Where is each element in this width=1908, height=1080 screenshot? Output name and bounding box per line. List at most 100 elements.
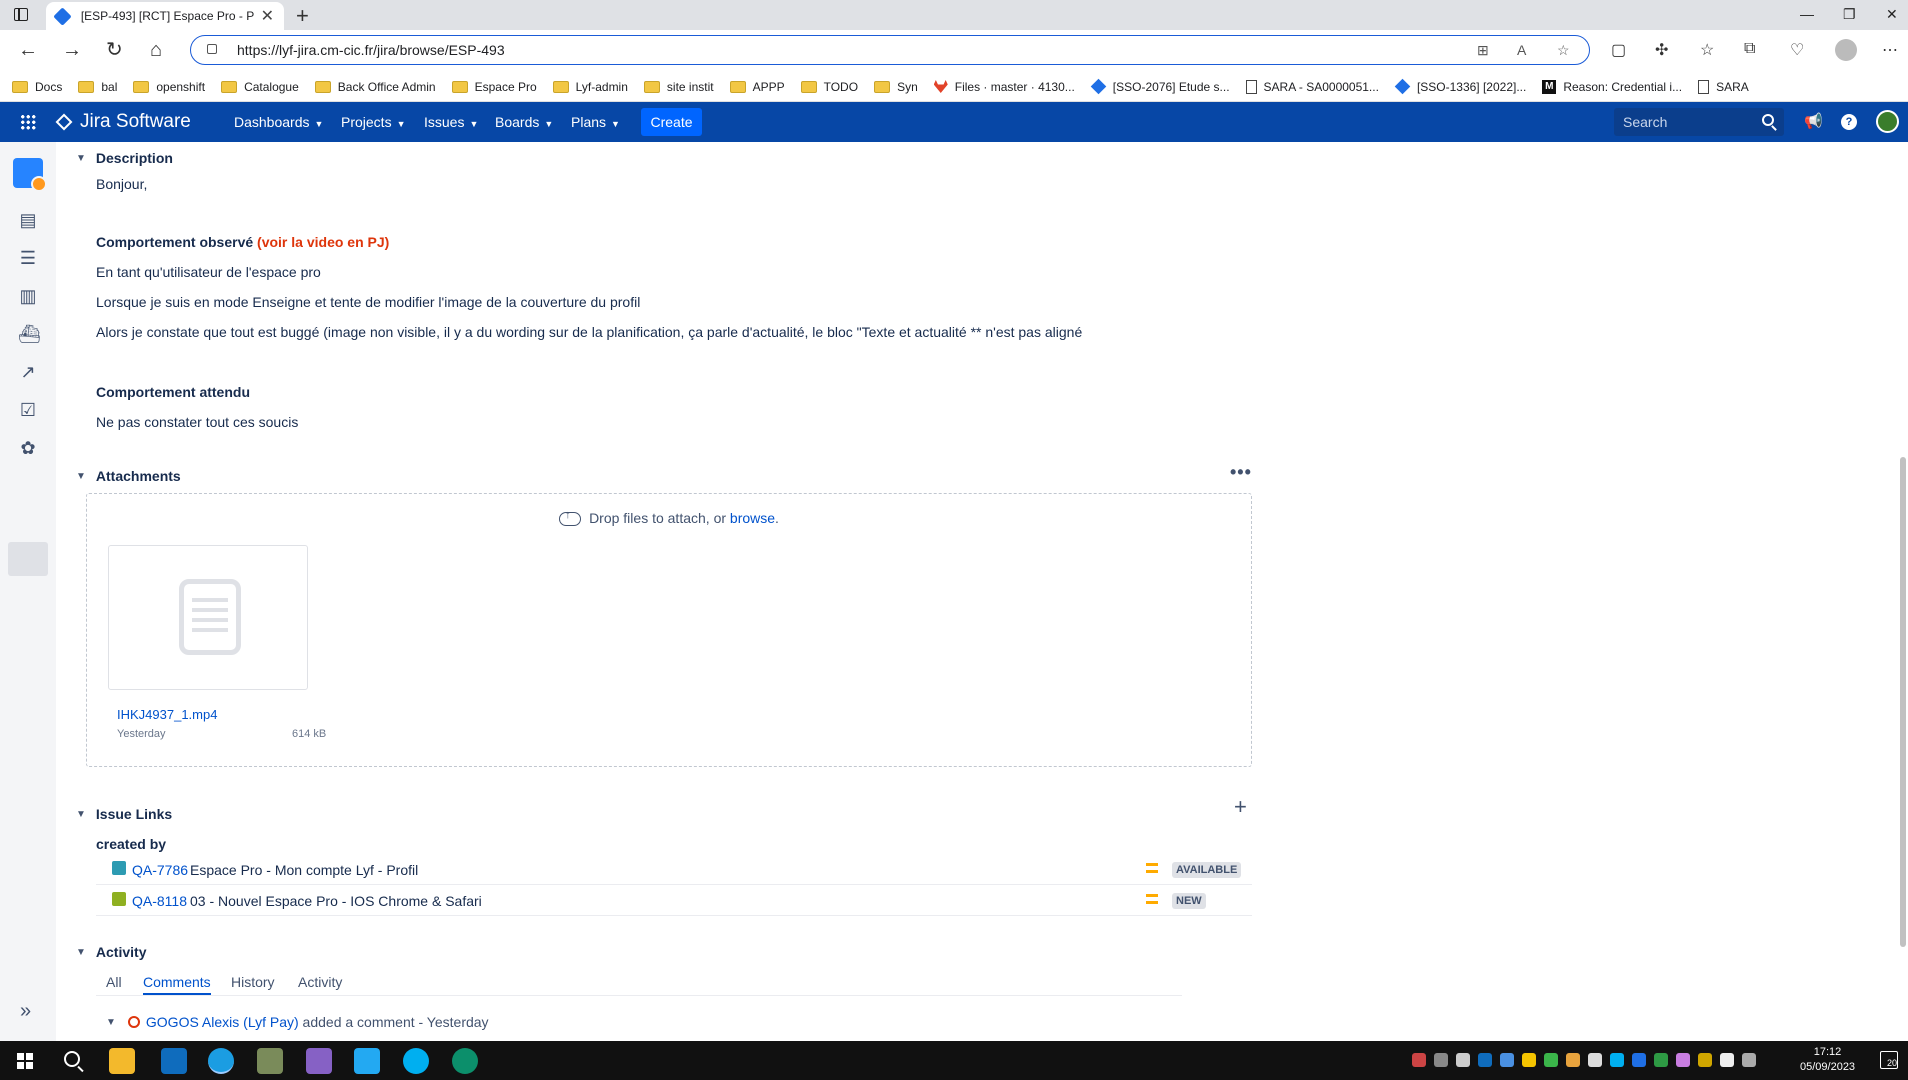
roadmap-icon[interactable]: ▤ [18, 210, 38, 230]
bookmark-back-office-admin[interactable]: Back Office Admin [314, 80, 436, 94]
visual-studio-icon[interactable] [306, 1048, 332, 1074]
search-icon[interactable] [1762, 114, 1774, 126]
attachment-dropzone[interactable]: Drop files to attach, or browse. IHKJ493… [86, 493, 1252, 767]
bookmark-todo[interactable]: TODO [800, 80, 858, 94]
taskbar-clock[interactable]: 17:12 05/09/2023 [1800, 1045, 1855, 1075]
home-icon[interactable]: ⌂ [150, 38, 162, 62]
comment-author[interactable]: GOGOS Alexis (Lyf Pay) [146, 1014, 299, 1030]
bookmark-docs[interactable]: Docs [12, 80, 62, 94]
restore-button[interactable]: ❐ [1843, 6, 1856, 23]
edge-dev-icon[interactable] [452, 1048, 478, 1074]
backlog-icon[interactable]: ☰ [18, 248, 38, 268]
file-explorer-icon[interactable] [109, 1048, 135, 1074]
tray-app-icon[interactable] [1632, 1053, 1646, 1067]
expand-sidebar-icon[interactable]: » [20, 1000, 31, 1023]
attachments-more-icon[interactable]: ••• [1230, 462, 1252, 483]
nav-boards[interactable]: Boards ▼ [495, 114, 553, 130]
add-link-icon[interactable]: + [1234, 794, 1247, 820]
address-bar[interactable]: https://lyf-jira.cm-cic.fr/jira/browse/E… [190, 35, 1590, 65]
bookmark-espace-pro[interactable]: Espace Pro [451, 80, 537, 94]
tray-app-icon[interactable] [1698, 1053, 1712, 1067]
attachments-toggle[interactable]: ▼ Attachments [76, 468, 181, 484]
collections-icon[interactable]: ⧉ [1744, 40, 1755, 58]
reload-icon[interactable]: ↻ [106, 38, 123, 62]
bookmark-gitlab-files[interactable]: Files · master · 4130... [933, 80, 1075, 94]
volume-icon[interactable] [1742, 1053, 1756, 1067]
bookmark-lyf-admin[interactable]: Lyf-admin [552, 80, 628, 94]
browser-essentials-icon[interactable]: ♡ [1790, 40, 1804, 60]
taskbar-search-icon[interactable] [64, 1051, 80, 1067]
nav-projects[interactable]: Projects ▼ [341, 114, 406, 130]
skype-icon[interactable] [403, 1048, 429, 1074]
tray-app-icon[interactable] [1522, 1053, 1536, 1067]
tray-app-icon[interactable] [1412, 1053, 1426, 1067]
tab-actions-icon[interactable] [14, 8, 28, 21]
network-icon[interactable] [1720, 1053, 1734, 1067]
bookmark-syn[interactable]: Syn [874, 80, 918, 94]
jira-logo[interactable]: Jira Software [55, 111, 191, 133]
page-scrollbar[interactable] [1898, 142, 1908, 1041]
chevron-down-icon[interactable]: ▼ [106, 1017, 116, 1028]
mail-icon[interactable] [1456, 1053, 1470, 1067]
jira-search[interactable] [1614, 108, 1784, 136]
activity-toggle[interactable]: ▼ Activity [76, 944, 146, 960]
tray-app-icon[interactable] [1654, 1053, 1668, 1067]
bookmark-sara[interactable]: SARA [1698, 79, 1749, 94]
bookmark-sara-sa[interactable]: SARA - SA0000051... [1245, 79, 1379, 94]
bookmark-appp[interactable]: APPP [729, 80, 785, 94]
profile-avatar-icon[interactable] [1835, 39, 1857, 61]
tab-all[interactable]: All [106, 974, 122, 990]
user-avatar[interactable] [1876, 110, 1899, 133]
split-screen-icon[interactable]: ▢ [1611, 40, 1626, 60]
read-aloud-icon[interactable]: A [1517, 42, 1526, 58]
close-window-button[interactable]: ✕ [1886, 6, 1898, 23]
attachment-filename[interactable]: IHKJ4937_1.mp4 [117, 707, 217, 722]
bookmark-openshift[interactable]: openshift [133, 80, 205, 94]
nav-dashboards[interactable]: Dashboards ▼ [234, 114, 323, 130]
tray-app-icon[interactable] [1566, 1053, 1580, 1067]
git-icon[interactable] [257, 1048, 283, 1074]
components-icon[interactable]: ✿ [18, 438, 38, 458]
notification-center-icon[interactable]: 20 [1880, 1051, 1898, 1069]
tab-activity[interactable]: Activity [298, 974, 342, 990]
bookmark-reason-credential[interactable]: M Reason: Credential i... [1542, 79, 1682, 94]
reports-icon[interactable]: ↗ [18, 362, 38, 382]
nav-plans[interactable]: Plans ▼ [571, 114, 620, 130]
lock-icon[interactable] [207, 44, 217, 54]
tray-app-icon[interactable] [1676, 1053, 1690, 1067]
tray-app-icon[interactable] [1500, 1053, 1514, 1067]
back-icon[interactable]: ← [18, 38, 38, 62]
browser-tab-active[interactable]: [ESP-493] [RCT] Espace Pro - Profil ✕ [46, 2, 284, 30]
vscode-icon[interactable] [354, 1048, 380, 1074]
settings-more-icon[interactable]: ⋯ [1882, 40, 1898, 60]
favorite-star-icon[interactable]: ☆ [1557, 42, 1570, 59]
description-toggle[interactable]: ▼ Description [76, 150, 173, 166]
bookmark-bal[interactable]: bal [78, 80, 117, 94]
nav-issues[interactable]: Issues ▼ [424, 114, 478, 130]
edge-icon[interactable] [208, 1048, 234, 1074]
minimize-button[interactable]: — [1800, 6, 1814, 22]
url-text[interactable]: https://lyf-jira.cm-cic.fr/jira/browse/E… [237, 42, 505, 58]
outlook-icon[interactable] [161, 1048, 187, 1074]
attachment-thumbnail[interactable] [108, 545, 308, 690]
bookmark-sso-1336[interactable]: [SSO-1336] [2022]... [1394, 78, 1526, 95]
tray-app-icon[interactable] [1544, 1053, 1558, 1067]
windows-start-icon[interactable] [17, 1053, 33, 1069]
tab-close-icon[interactable]: ✕ [261, 6, 274, 26]
app-switcher-icon[interactable] [20, 114, 36, 130]
forward-icon[interactable]: → [62, 38, 82, 62]
scrollbar-thumb[interactable] [1900, 457, 1906, 947]
tray-app-icon[interactable] [1588, 1053, 1602, 1067]
releases-icon[interactable]: ⛴ [18, 324, 41, 344]
help-icon[interactable]: ? [1841, 114, 1857, 130]
create-button[interactable]: Create [641, 108, 702, 136]
bookmark-catalogue[interactable]: Catalogue [221, 80, 299, 94]
app-available-icon[interactable]: ⊞ [1477, 42, 1489, 59]
tab-comments[interactable]: Comments [143, 974, 211, 990]
skype-tray-icon[interactable] [1610, 1053, 1624, 1067]
new-tab-button[interactable]: + [296, 3, 309, 29]
issues-icon[interactable]: ☑ [18, 400, 38, 420]
search-input[interactable] [1614, 108, 1744, 136]
project-avatar-icon[interactable] [13, 158, 47, 192]
browse-link[interactable]: browse [730, 510, 775, 526]
